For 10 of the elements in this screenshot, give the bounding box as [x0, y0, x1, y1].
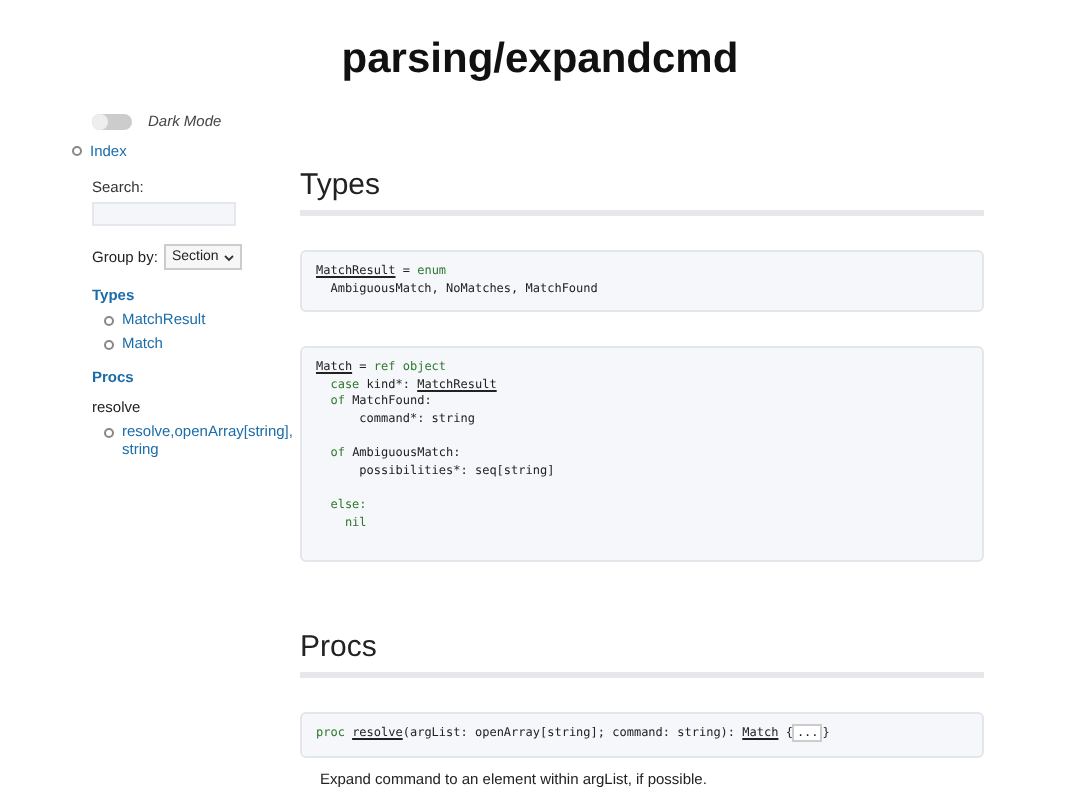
- section-heading: Types: [300, 168, 984, 216]
- section-heading: Procs: [300, 630, 984, 679]
- bullet-icon: [72, 146, 82, 156]
- page-title: parsing/expandcmd: [339, 36, 741, 84]
- chevron-down-icon: [224, 253, 235, 261]
- bullet-icon: [104, 316, 114, 326]
- bullet-icon: [104, 340, 114, 350]
- dark-mode-toggle[interactable]: [92, 113, 132, 129]
- search-field[interactable]: [92, 202, 236, 226]
- bullet-icon: [104, 428, 114, 438]
